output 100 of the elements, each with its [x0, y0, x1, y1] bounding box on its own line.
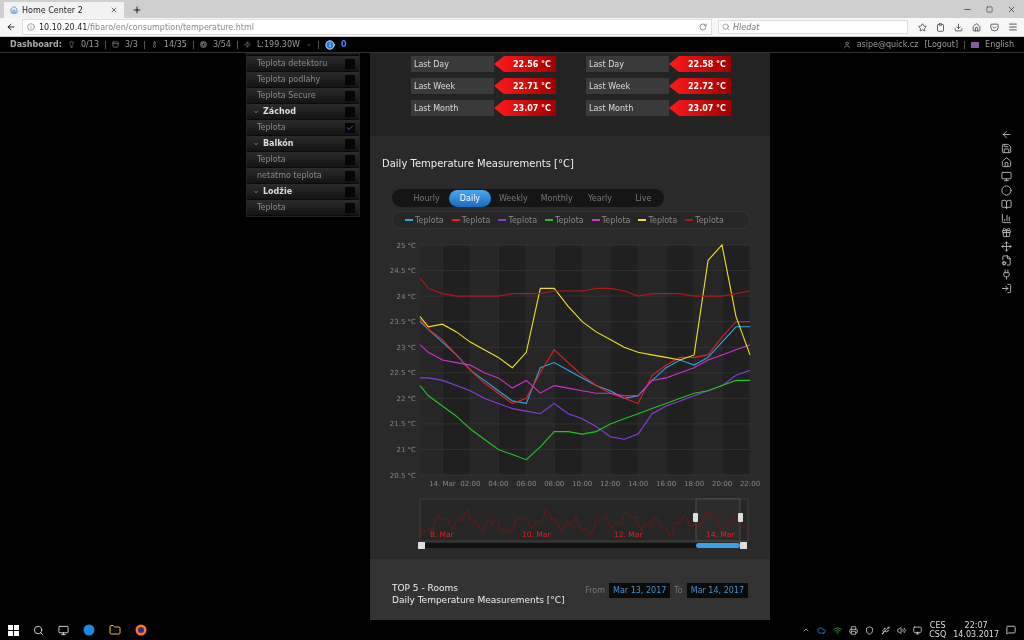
- device-row[interactable]: netatmo teplota: [247, 168, 359, 183]
- checkbox[interactable]: [345, 58, 355, 69]
- arrow-icon[interactable]: [1000, 129, 1012, 140]
- home-icon[interactable]: [1000, 157, 1012, 168]
- device-row[interactable]: Teplota: [247, 200, 359, 215]
- new-tab-icon[interactable]: [132, 5, 142, 15]
- period-tab[interactable]: Weekly: [492, 189, 534, 207]
- logout-link[interactable]: [Logout]: [924, 40, 959, 49]
- legend-item[interactable]: Teplota: [638, 215, 678, 225]
- windows-icon[interactable]: [8, 624, 19, 636]
- device-row[interactable]: Teplota Secure: [247, 88, 359, 103]
- clipboard-icon[interactable]: [936, 22, 945, 32]
- login-icon[interactable]: [1000, 283, 1012, 294]
- search-icon: [722, 23, 730, 31]
- from-label: From: [585, 586, 606, 595]
- selection-window: [695, 498, 741, 542]
- address-field[interactable]: 10.10.20.41/fibaro/en/consumption/temperature.html: [22, 19, 712, 35]
- stat-label: Last Month: [586, 100, 669, 116]
- cloud-icon[interactable]: [817, 625, 827, 635]
- checkbox[interactable]: [345, 202, 355, 213]
- download-icon[interactable]: [954, 22, 963, 32]
- close-icon[interactable]: [1007, 4, 1016, 14]
- range-handle[interactable]: [693, 513, 698, 522]
- search-icon[interactable]: [33, 624, 44, 636]
- save-icon[interactable]: [1000, 143, 1012, 154]
- date-field[interactable]: Mar 14, 2017: [686, 583, 748, 598]
- network-icon[interactable]: [833, 625, 843, 635]
- menu-icon[interactable]: [1008, 22, 1018, 32]
- range-handle[interactable]: [738, 513, 743, 522]
- device-row[interactable]: Teplota: [247, 152, 359, 167]
- section-subtitle: Daily Temperature Measurements [°C]: [392, 595, 565, 605]
- period-tab[interactable]: Daily: [449, 189, 491, 207]
- legend-item[interactable]: Teplota: [685, 215, 724, 225]
- period-tab[interactable]: Hourly: [406, 189, 448, 207]
- room-row[interactable]: Balkón: [247, 136, 359, 151]
- clock[interactable]: 22:07 14.03.2017: [953, 621, 999, 639]
- language-selector[interactable]: English: [985, 40, 1014, 49]
- volume-icon[interactable]: [897, 625, 907, 635]
- back-icon[interactable]: [6, 22, 16, 32]
- user-email: asipe@quick.cz: [856, 40, 919, 49]
- chevron-icon: [253, 140, 259, 147]
- checkbox[interactable]: [345, 122, 355, 133]
- temperature-value: 22.71 °C: [494, 78, 556, 94]
- circle-icon[interactable]: [1000, 185, 1012, 196]
- period-tab[interactable]: Live: [622, 189, 664, 207]
- temperature-value: 22.56 °C: [494, 56, 556, 72]
- info-icon[interactable]: [324, 39, 335, 50]
- device-row[interactable]: Teplota: [247, 120, 359, 135]
- plug-icon[interactable]: [1000, 269, 1012, 280]
- firefox-icon[interactable]: [135, 624, 147, 636]
- monitor-icon[interactable]: [1000, 171, 1012, 182]
- reload-icon[interactable]: [699, 23, 707, 31]
- device-row[interactable]: Teplota podlahy: [247, 72, 359, 87]
- maximize-icon[interactable]: [986, 5, 993, 13]
- legend-item[interactable]: Teplota: [545, 215, 584, 225]
- period-tab[interactable]: Monthly: [536, 189, 578, 207]
- chart-icon[interactable]: [1000, 213, 1012, 224]
- usb-icon[interactable]: [881, 625, 891, 635]
- room-row[interactable]: Záchod: [247, 104, 359, 119]
- pocket-icon[interactable]: [990, 22, 999, 32]
- notifications-icon[interactable]: [1006, 625, 1016, 635]
- gift-icon[interactable]: [1000, 227, 1012, 238]
- scrollbar-thumb[interactable]: [696, 543, 740, 548]
- legend-item[interactable]: Teplota: [451, 215, 491, 225]
- legend-item[interactable]: Teplota: [405, 215, 444, 225]
- input-language[interactable]: CES CSQ: [929, 621, 947, 639]
- move-icon[interactable]: [1000, 241, 1012, 252]
- legend-item[interactable]: Teplota: [591, 215, 631, 225]
- temperature-value: 23.07 °C: [494, 100, 556, 116]
- printer-icon[interactable]: [849, 625, 859, 635]
- folder-icon[interactable]: [109, 624, 121, 636]
- check-icon: [346, 123, 354, 132]
- date-field[interactable]: Mar 13, 2017: [609, 583, 671, 598]
- checkbox[interactable]: [345, 186, 355, 197]
- dashboard-label: Dashboard:: [10, 40, 62, 49]
- home-icon: [10, 6, 18, 14]
- legend-item[interactable]: Teplota: [498, 215, 538, 225]
- checkbox[interactable]: [345, 138, 355, 149]
- info-icon: [27, 23, 35, 31]
- checkbox[interactable]: [345, 106, 355, 117]
- browser-tab[interactable]: Home Center 2: [4, 2, 124, 18]
- close-icon[interactable]: [110, 6, 118, 14]
- file-icon[interactable]: [1000, 255, 1012, 266]
- monitor-icon[interactable]: [913, 625, 923, 635]
- star-icon[interactable]: [918, 22, 927, 32]
- browser-icon[interactable]: [83, 624, 95, 636]
- room-row[interactable]: Lodžie: [247, 184, 359, 199]
- checkbox[interactable]: [345, 170, 355, 181]
- search-field[interactable]: Hledat: [718, 20, 908, 34]
- checkbox[interactable]: [345, 154, 355, 165]
- period-tab[interactable]: Yearly: [579, 189, 621, 207]
- checkbox[interactable]: [345, 74, 355, 85]
- task-view-icon[interactable]: [58, 624, 69, 636]
- shield-icon[interactable]: [865, 625, 875, 635]
- checkbox[interactable]: [345, 90, 355, 101]
- home-icon[interactable]: [972, 22, 981, 32]
- device-row[interactable]: Teplota detektoru: [247, 56, 359, 71]
- caret-icon[interactable]: [802, 626, 811, 634]
- book-icon[interactable]: [1000, 199, 1012, 210]
- stat-label: Last Day: [411, 56, 494, 72]
